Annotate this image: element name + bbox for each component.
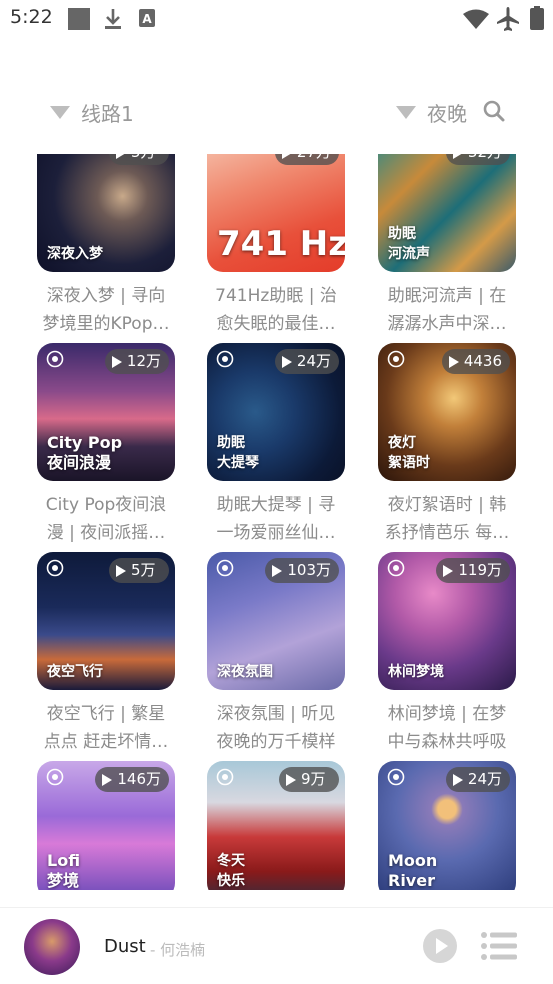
play-count-badge: 9万: [279, 767, 339, 792]
mini-player[interactable]: Dust - 何浩楠: [0, 907, 553, 984]
playlist-title: 林间梦境 | 在梦 中与森林共呼吸: [387, 704, 507, 752]
playlist-title: 深夜氛围 | 听见 夜晚的万千模样: [216, 704, 336, 752]
cover-caption: 深夜氛围: [217, 664, 273, 680]
playlist-cover: 32万 助眠 河流声: [378, 134, 516, 272]
play-count-badge: 4436: [441, 349, 510, 374]
dropdown-triangle-icon: [396, 106, 416, 119]
dropdown-triangle-icon: [50, 106, 70, 119]
time-of-day-selector[interactable]: 夜晚: [396, 98, 505, 127]
radio-icon: [387, 768, 405, 786]
radio-icon: [46, 350, 64, 368]
play-count-badge: 12万: [104, 349, 169, 374]
playlist-cover: 4436 夜灯 絮语时: [378, 343, 516, 481]
play-count-badge: 103万: [265, 558, 339, 583]
playlist-cover: 119万 林间梦境: [378, 552, 516, 690]
playlist-cover: 27万 741 Hz 助眠: [207, 134, 345, 272]
cover-caption: 741 Hz 助眠: [217, 224, 345, 264]
play-icon[interactable]: [423, 929, 457, 963]
song-title: Dust: [104, 936, 146, 957]
playlist-title: 夜灯絮语时 | 韩系抒情芭乐 每…: [384, 495, 510, 543]
play-triangle-icon: [443, 564, 454, 577]
playlist-title: 741Hz助眠 | 治愈失眠的最佳…: [215, 286, 337, 334]
playlist-cover: 5万 夜空飞行: [37, 552, 175, 690]
radio-icon: [46, 559, 64, 577]
playlist-cover: 12万 City Pop 夜间浪漫: [37, 343, 175, 481]
playlist-cover: 146万 Lofi 梦境: [37, 761, 175, 890]
cover-caption: 夜空飞行: [47, 664, 103, 680]
play-triangle-icon: [448, 355, 459, 368]
play-triangle-icon: [286, 773, 296, 786]
cover-caption: 深夜入梦: [47, 246, 103, 262]
album-art[interactable]: [24, 919, 80, 975]
radio-icon: [387, 350, 405, 368]
radio-icon: [216, 559, 234, 577]
play-count-badge: 24万: [445, 767, 510, 792]
playlist-cover: 5万 深夜入梦: [37, 134, 175, 272]
cover-caption: 助眠 大提琴: [217, 435, 259, 471]
playlist-title: City Pop夜间浪漫 | 夜间派摇…: [45, 495, 167, 543]
cover-caption: 冬天 快乐: [217, 853, 245, 889]
route-selector[interactable]: 线路1: [50, 98, 134, 127]
search-icon[interactable]: [483, 100, 505, 126]
play-triangle-icon: [452, 773, 463, 786]
cover-caption: 助眠 河流声: [388, 226, 430, 262]
radio-icon: [216, 768, 234, 786]
playlist-title: 深夜入梦 | 寻向 梦境里的KPop…: [42, 286, 170, 334]
playlist-cover: 24万 Moon River: [378, 761, 516, 890]
playlist-cover: 9万 冬天 快乐: [207, 761, 345, 890]
play-triangle-icon: [116, 564, 126, 577]
play-triangle-icon: [272, 564, 283, 577]
filter-row-overlay: 线路1 夜晚: [0, 88, 553, 132]
cover-caption: City Pop 夜间浪漫: [47, 433, 123, 472]
playlist-title: 助眠河流声 | 在潺潺水声中深…: [387, 286, 507, 334]
playlist-cover: 103万 深夜氛围: [207, 552, 345, 690]
radio-icon: [46, 768, 64, 786]
cover-caption: Lofi 梦境: [47, 851, 81, 890]
play-count-badge: 146万: [95, 767, 169, 792]
route-label: 线路1: [81, 102, 134, 126]
play-count-badge: 24万: [274, 349, 339, 374]
cover-caption: 夜灯 絮语时: [388, 435, 430, 471]
playlist-icon[interactable]: [480, 931, 518, 961]
play-triangle-icon: [111, 355, 122, 368]
radio-icon: [387, 559, 405, 577]
play-count-badge: 119万: [436, 558, 510, 583]
play-triangle-icon: [281, 355, 292, 368]
cover-caption: Moon River: [388, 851, 438, 890]
playlist-title: 助眠大提琴 | 寻一场爱丽丝仙…: [216, 495, 336, 543]
cover-caption: 林间梦境: [388, 664, 444, 680]
playlist-cover: 24万 助眠 大提琴: [207, 343, 345, 481]
play-triangle-icon: [102, 773, 113, 786]
play-count-badge: 5万: [109, 558, 169, 583]
radio-icon: [216, 350, 234, 368]
time-label: 夜晚: [427, 102, 467, 126]
song-artist: - 何浩楠: [150, 941, 206, 959]
playlist-title: 夜空飞行 | 繁星 点点 赶走坏情…: [43, 704, 169, 752]
